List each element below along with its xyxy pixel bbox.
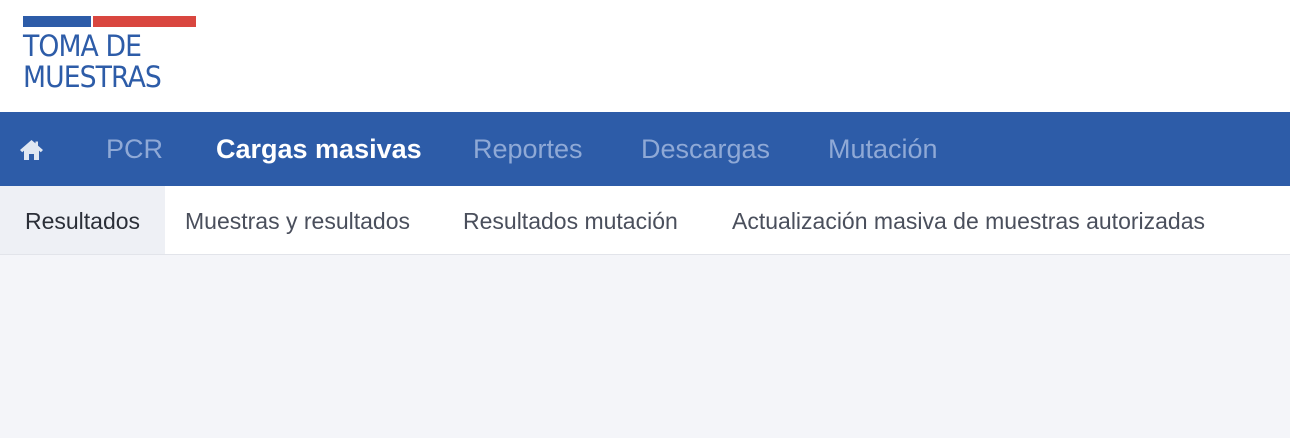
subnav-item-resultados[interactable]: Resultados: [0, 186, 165, 254]
nav-item-pcr[interactable]: PCR: [106, 112, 163, 186]
logo[interactable]: TOMA DE MUESTRAS: [23, 16, 196, 93]
home-icon[interactable]: [19, 139, 44, 161]
logo-flag-bar: [23, 16, 196, 27]
subnav-item-actualizacion-masiva[interactable]: Actualización masiva de muestras autoriz…: [732, 186, 1205, 254]
page-header: TOMA DE MUESTRAS: [0, 0, 1290, 112]
nav-item-reportes[interactable]: Reportes: [473, 112, 583, 186]
subnav-item-resultados-mutacion[interactable]: Resultados mutación: [463, 186, 678, 254]
main-content-area: [0, 255, 1290, 438]
sub-navbar: Resultados Muestras y resultados Resulta…: [0, 186, 1290, 255]
logo-text: TOMA DE MUESTRAS: [23, 31, 182, 93]
main-navbar: PCR Cargas masivas Reportes Descargas Mu…: [0, 112, 1290, 186]
nav-item-mutacion[interactable]: Mutación: [828, 112, 938, 186]
nav-item-cargas-masivas[interactable]: Cargas masivas: [216, 112, 422, 186]
logo-line-1: TOMA DE: [23, 29, 142, 63]
subnav-item-muestras-y-resultados[interactable]: Muestras y resultados: [185, 186, 410, 254]
logo-line-2: MUESTRAS: [23, 60, 162, 94]
nav-item-descargas[interactable]: Descargas: [641, 112, 770, 186]
